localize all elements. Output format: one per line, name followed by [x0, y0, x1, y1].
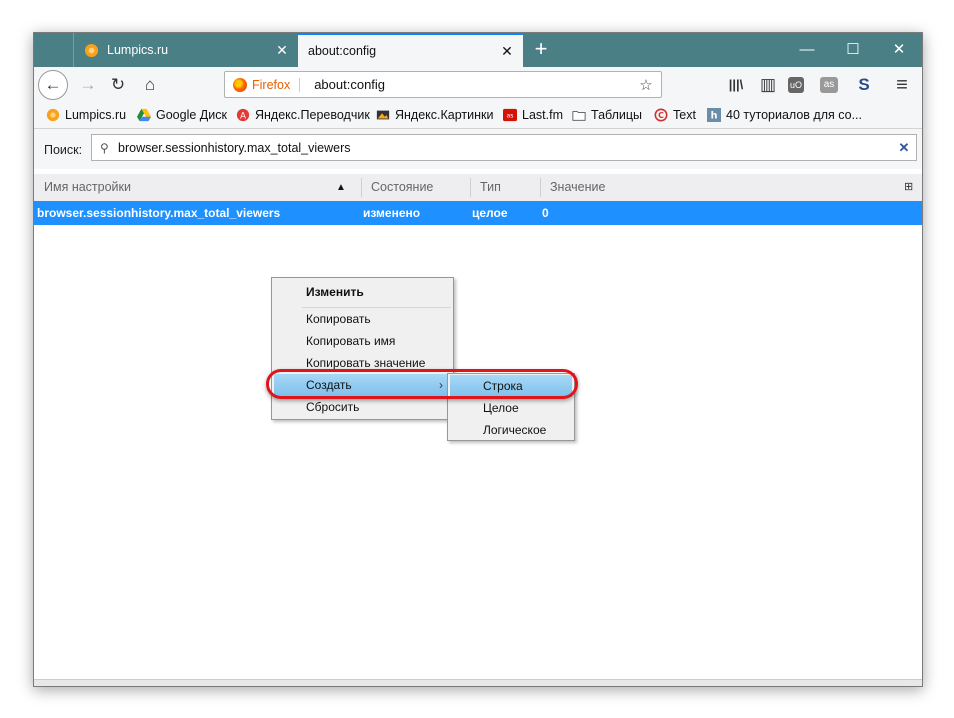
search-label: Поиск:: [44, 143, 83, 157]
bookmark-label: Google Диск: [156, 108, 227, 122]
highlight-annotation: [266, 369, 578, 399]
svg-text:as: as: [507, 113, 514, 120]
bookmark-tutorials[interactable]: h 40 туториалов для со...: [707, 108, 862, 122]
bookmark-folder-tables[interactable]: Таблицы: [572, 108, 642, 122]
lastfm-scrobbler-icon[interactable]: as: [820, 77, 838, 93]
menu-item-label: Копировать: [306, 312, 371, 326]
menu-item-label: Изменить: [306, 285, 364, 299]
svg-text:C: C: [658, 111, 664, 120]
folder-icon: [572, 111, 586, 121]
svg-text:A: A: [240, 112, 246, 122]
bookmark-yandex-translate[interactable]: A Яндекс.Переводчик: [236, 108, 370, 122]
bookmark-label: 40 туториалов для со...: [726, 108, 863, 122]
pref-name: browser.sessionhistory.max_total_viewers: [37, 206, 281, 220]
column-picker-icon[interactable]: ⊞: [904, 180, 913, 193]
menu-item-label: Логическое: [483, 423, 547, 437]
pref-status: изменено: [363, 206, 421, 220]
minimize-button[interactable]: —: [784, 33, 830, 67]
close-tab-icon[interactable]: ✕: [497, 43, 517, 60]
table-row[interactable]: browser.sessionhistory.max_total_viewers…: [34, 201, 922, 225]
column-header-status[interactable]: Состояние: [371, 180, 433, 194]
column-divider[interactable]: [540, 178, 541, 197]
ublock-icon[interactable]: uO: [788, 77, 804, 93]
menu-item-label: Сбросить: [306, 400, 360, 414]
sidebar-icon[interactable]: ▥: [756, 73, 780, 97]
tab-strip: Lumpics.ru ✕ about:config ✕ + — ☐ ✕: [34, 33, 922, 67]
close-tab-icon[interactable]: ✕: [272, 42, 292, 59]
identity-label[interactable]: Firefox: [252, 77, 301, 92]
column-header-name[interactable]: Имя настройки: [44, 180, 131, 194]
back-button[interactable]: ←: [38, 70, 68, 100]
bookmark-label: Lumpics.ru: [65, 108, 127, 122]
bookmark-lumpics[interactable]: Lumpics.ru: [46, 108, 126, 122]
sort-ascending-icon[interactable]: ▲: [336, 182, 346, 193]
pref-value: 0: [542, 206, 549, 220]
bookmarks-toolbar: Lumpics.ru Google Диск A Яндекс.Переводч…: [34, 103, 922, 129]
tab-lumpics[interactable]: Lumpics.ru ✕: [73, 33, 298, 67]
bookmark-label: Яндекс.Переводчик: [255, 108, 370, 122]
column-header-value[interactable]: Значение: [550, 180, 605, 194]
google-drive-icon: [137, 108, 151, 122]
bookmark-label: Яндекс.Картинки: [395, 108, 494, 122]
bookmark-lastfm[interactable]: as Last.fm: [503, 108, 563, 122]
search-input[interactable]: ⚲ browser.sessionhistory.max_total_viewe…: [91, 134, 917, 161]
menu-item-label: Целое: [483, 401, 519, 415]
lumpics-icon: [84, 43, 99, 57]
bookmark-text[interactable]: C Text: [654, 108, 696, 122]
navigation-toolbar: ← → ↻ ⌂ Firefox about:config ☆ |||\ ▥ uO…: [34, 67, 922, 103]
menu-item-modify[interactable]: Изменить: [274, 281, 451, 303]
status-bar: [34, 679, 922, 686]
yandex-translate-icon: A: [236, 108, 250, 122]
pref-type: целое: [472, 206, 508, 220]
bookmark-label: Last.fm: [522, 108, 563, 122]
bookmark-label: Таблицы: [591, 108, 643, 122]
url-input[interactable]: about:config: [314, 77, 635, 92]
copyright-icon: C: [654, 108, 668, 122]
menu-item-copy[interactable]: Копировать: [274, 308, 451, 330]
menu-icon[interactable]: ≡: [890, 73, 914, 97]
submenu-item-integer[interactable]: Целое: [450, 397, 572, 419]
maximize-button[interactable]: ☐: [830, 33, 876, 67]
lastfm-icon: as: [503, 108, 517, 122]
menu-item-reset[interactable]: Сбросить: [274, 396, 451, 418]
stylish-icon[interactable]: S: [852, 73, 876, 97]
h-icon: h: [707, 108, 721, 122]
menu-item-label: Копировать имя: [306, 334, 396, 348]
column-divider[interactable]: [470, 178, 471, 197]
config-search-row: Поиск: ⚲ browser.sessionhistory.max_tota…: [34, 129, 922, 169]
bookmark-star-icon[interactable]: ☆: [635, 76, 657, 94]
svg-text:h: h: [711, 111, 718, 122]
table-header: Имя настройки ▲ Состояние Тип Значение ⊞: [34, 174, 922, 202]
column-header-type[interactable]: Тип: [480, 180, 501, 194]
yandex-images-icon: [376, 110, 390, 120]
bookmark-label: Text: [673, 108, 696, 122]
forward-button[interactable]: →: [76, 73, 100, 97]
bookmark-yandex-images[interactable]: Яндекс.Картинки: [376, 108, 493, 122]
search-value[interactable]: browser.sessionhistory.max_total_viewers: [118, 141, 892, 155]
tab-title: about:config: [308, 44, 377, 58]
window-close-button[interactable]: ✕: [876, 33, 922, 67]
home-button[interactable]: ⌂: [138, 73, 162, 97]
firefox-icon: [233, 77, 247, 92]
menu-item-copy-name[interactable]: Копировать имя: [274, 330, 451, 352]
bookmark-google-drive[interactable]: Google Диск: [137, 108, 227, 122]
lumpics-icon: [46, 108, 60, 122]
clear-search-icon[interactable]: ✕: [892, 140, 916, 156]
browser-window: Lumpics.ru ✕ about:config ✕ + — ☐ ✕ ← → …: [33, 32, 923, 687]
column-divider[interactable]: [361, 178, 362, 197]
tab-title: Lumpics.ru: [107, 43, 169, 57]
new-tab-button[interactable]: +: [529, 38, 553, 62]
search-icon: ⚲: [100, 140, 109, 155]
library-icon[interactable]: |||\: [724, 73, 748, 97]
url-bar[interactable]: Firefox about:config ☆: [224, 71, 662, 98]
reload-button[interactable]: ↻: [106, 73, 130, 97]
submenu-item-boolean[interactable]: Логическое: [450, 419, 572, 441]
tab-about-config[interactable]: about:config ✕: [298, 33, 523, 67]
